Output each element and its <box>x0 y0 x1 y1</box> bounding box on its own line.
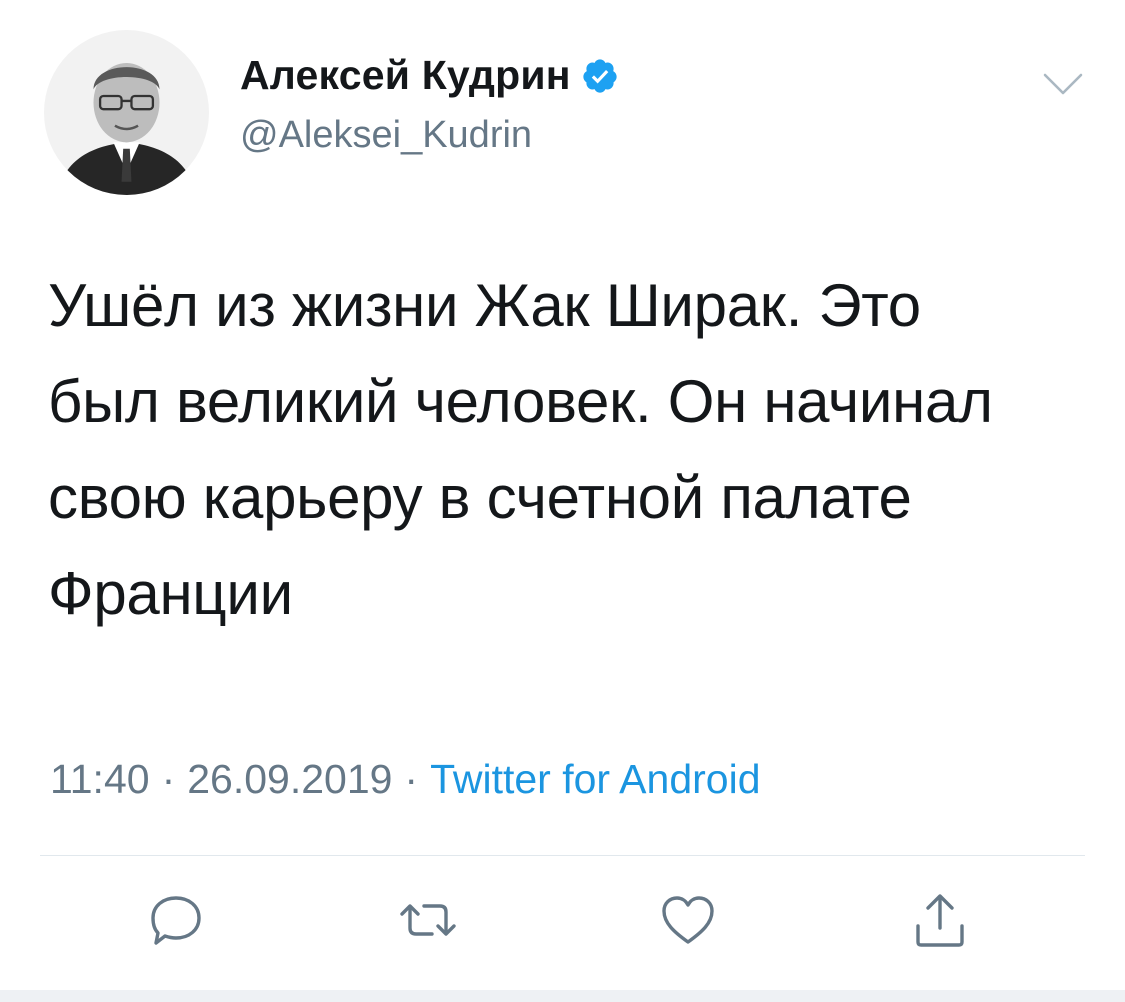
meta-separator: · <box>161 756 176 802</box>
display-name[interactable]: Алексей Кудрин <box>240 52 571 99</box>
tweet-source-link[interactable]: Twitter for Android <box>430 756 760 802</box>
chevron-down-icon[interactable] <box>1042 70 1084 98</box>
meta-separator: · <box>404 756 419 802</box>
verified-badge-icon <box>581 57 619 95</box>
author-name-row[interactable]: Алексей Кудрин <box>240 52 619 99</box>
avatar[interactable] <box>44 30 209 195</box>
reply-icon[interactable] <box>144 888 208 952</box>
tweet-detail: Алексей Кудрин @Aleksei_Kudrin Ушёл из ж… <box>0 0 1125 1002</box>
tweet-date[interactable]: 26.09.2019 <box>187 756 392 802</box>
heart-icon[interactable] <box>656 888 720 952</box>
tweet-time[interactable]: 11:40 <box>50 756 150 802</box>
tweet-text: Ушёл из жизни Жак Ширак. Это был великий… <box>48 272 993 627</box>
tweet-actions <box>0 888 1125 958</box>
divider <box>40 855 1085 856</box>
bottom-bar <box>0 990 1125 1002</box>
tweet-meta: 11:40 · 26.09.2019 · Twitter for Android <box>50 756 761 803</box>
avatar-image <box>44 30 209 195</box>
retweet-icon[interactable] <box>396 888 460 952</box>
user-handle[interactable]: @Aleksei_Kudrin <box>240 114 532 157</box>
share-icon[interactable] <box>908 888 972 952</box>
